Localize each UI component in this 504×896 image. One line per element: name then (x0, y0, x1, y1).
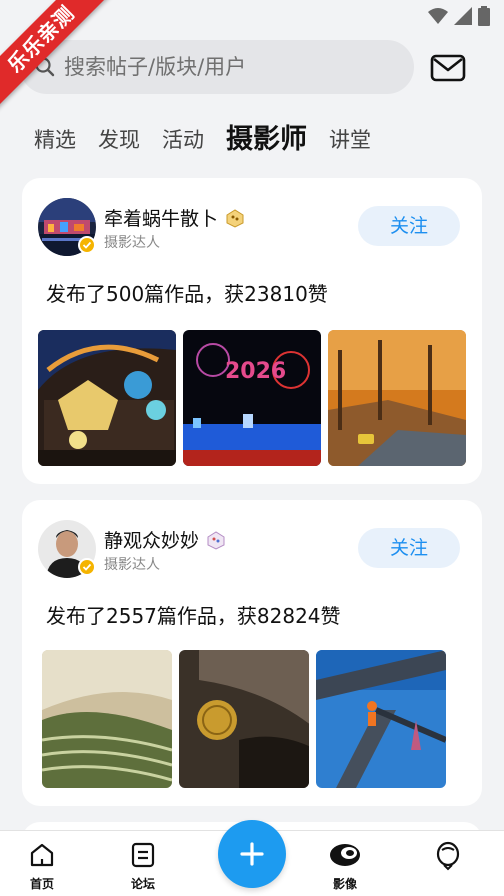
photographer-name[interactable]: 静观众妙妙 (104, 526, 227, 553)
category-tabs: 精选 发现 活动 摄影师 讲堂 (34, 118, 393, 162)
plus-icon (240, 842, 264, 866)
photographer-card[interactable]: 静观众妙妙 摄影达人 关注 发布了2557篇作品，获82824赞 (22, 500, 482, 806)
svg-text:2026: 2026 (225, 359, 286, 384)
photo-thumbnail[interactable] (42, 650, 172, 788)
nav-image-label: 影像 (332, 877, 357, 891)
nav-forum[interactable]: 论坛 (113, 841, 173, 892)
home-icon (30, 843, 54, 867)
nav-forum-label: 论坛 (130, 877, 155, 891)
photo-strip (42, 650, 446, 788)
tab-photographers[interactable]: 摄影师 (226, 118, 307, 162)
nav-home-label: 首页 (29, 877, 54, 891)
battery-icon (478, 6, 490, 26)
nav-home[interactable]: 首页 (12, 841, 72, 892)
level-badge-icon (226, 208, 244, 228)
signal-icon (454, 7, 472, 25)
tab-featured[interactable]: 精选 (34, 118, 76, 162)
image-icon (330, 844, 360, 866)
works-summary: 发布了2557篇作品，获82824赞 (46, 604, 341, 628)
photo-thumbnail[interactable] (179, 650, 309, 788)
verified-badge-icon (78, 558, 96, 576)
tab-discover[interactable]: 发现 (98, 118, 140, 162)
photographer-card[interactable]: 牵着蜗牛散卜 摄影达人 关注 发布了500篇作品，获23810赞 2026 (22, 178, 482, 484)
create-post-button[interactable] (218, 820, 286, 888)
follow-button[interactable]: 关注 (358, 528, 460, 568)
photographer-name[interactable]: 牵着蜗牛散卜 (104, 204, 246, 231)
search-input[interactable] (64, 55, 394, 79)
follow-button[interactable]: 关注 (358, 206, 460, 246)
photo-thumbnail[interactable] (316, 650, 446, 788)
search-box[interactable] (20, 40, 414, 94)
mail-icon[interactable] (430, 53, 466, 83)
nav-profile[interactable] (418, 841, 478, 874)
photographer-name-text: 静观众妙妙 (104, 530, 200, 552)
verified-badge-icon (78, 236, 96, 254)
tab-activities[interactable]: 活动 (162, 118, 204, 162)
photographer-role: 摄影达人 (104, 235, 160, 251)
profile-icon (436, 841, 460, 871)
works-summary: 发布了500篇作品，获23810赞 (46, 282, 328, 306)
forum-icon (131, 842, 155, 868)
photo-thumbnail[interactable] (328, 330, 466, 466)
search-row (0, 40, 504, 96)
photo-thumbnail[interactable] (38, 330, 176, 466)
level-badge-icon (207, 530, 225, 550)
tab-lectures[interactable]: 讲堂 (329, 118, 371, 162)
photo-strip: 2026 (38, 330, 466, 466)
photographer-role: 摄影达人 (104, 557, 160, 573)
nav-image[interactable]: 影像 (315, 841, 375, 892)
photographer-name-text: 牵着蜗牛散卜 (104, 208, 219, 230)
wifi-icon (428, 8, 448, 24)
photo-thumbnail[interactable]: 2026 (183, 330, 321, 466)
